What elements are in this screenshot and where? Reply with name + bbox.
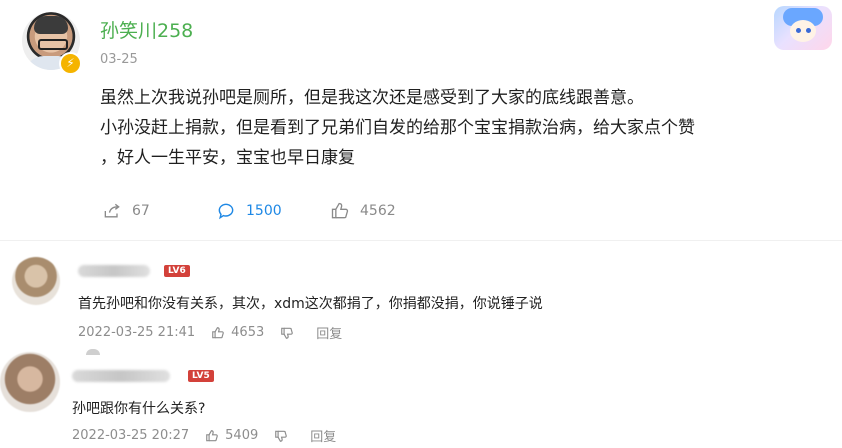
- level-badge: LV5: [188, 370, 214, 382]
- post-line: 小孙没赶上捐款，但是看到了兄弟们自发的给那个宝宝捐款治病，给大家点个赞: [100, 118, 695, 138]
- thumbs-up-icon: [212, 326, 224, 338]
- comment-meta: 2022-03-25 20:27 5409 回复: [72, 426, 336, 445]
- commenter-name-blurred: [72, 370, 170, 382]
- like-button[interactable]: 4562: [330, 200, 396, 222]
- comment-like-button[interactable]: 4653: [211, 325, 264, 340]
- comment-timestamp: 2022-03-25 20:27: [72, 428, 190, 443]
- comment-like-count: 4653: [231, 325, 265, 340]
- comment-like-count: 5409: [225, 428, 259, 443]
- reply-button[interactable]: 回复: [316, 323, 342, 342]
- comment-icon: [218, 203, 234, 220]
- commenter-name-blurred: [78, 265, 150, 277]
- post-line: 虽然上次我说孙吧是厕所，但是我这次还是感受到了大家的底线跟善意。: [100, 88, 644, 108]
- comment-text: 孙吧跟你有什么关系?: [72, 401, 206, 417]
- post-content: 虽然上次我说孙吧是厕所，但是我这次还是感受到了大家的底线跟善意。 小孙没赶上捐款…: [100, 83, 790, 173]
- comment-text: 首先孙吧和你没有关系，其次，xdm这次都捐了，你捐都没捐，你说锤子说: [78, 296, 543, 312]
- reply-button[interactable]: 回复: [310, 426, 336, 445]
- anime-sticker-icon: [774, 6, 832, 50]
- thumbs-down-icon[interactable]: [274, 429, 288, 443]
- post-date: 03-25: [100, 52, 138, 67]
- share-count: 67: [132, 203, 150, 219]
- thumbs-up-icon: [331, 202, 349, 219]
- comment-meta: 2022-03-25 21:41 4653 回复: [78, 323, 342, 342]
- post-line: ，好人一生平安，宝宝也早日康复: [100, 148, 355, 168]
- sub-reply-avatar: [86, 349, 100, 355]
- share-button[interactable]: 67: [102, 200, 150, 222]
- commenter-avatar[interactable]: [12, 257, 60, 305]
- like-count: 4562: [360, 203, 396, 219]
- comment-button[interactable]: 1500: [216, 200, 282, 222]
- comment-count: 1500: [246, 203, 282, 219]
- commenter-avatar[interactable]: [0, 352, 60, 412]
- post-username[interactable]: 孙笑川258: [100, 16, 193, 43]
- thumbs-down-icon[interactable]: [280, 326, 294, 340]
- divider: [0, 240, 842, 241]
- share-icon: [104, 203, 120, 218]
- comment-like-button[interactable]: 5409: [205, 428, 258, 443]
- comment-timestamp: 2022-03-25 21:41: [78, 325, 196, 340]
- level-badge: LV6: [164, 265, 190, 277]
- thumbs-up-icon: [206, 429, 218, 441]
- lightning-badge-icon: ⚡: [59, 52, 82, 75]
